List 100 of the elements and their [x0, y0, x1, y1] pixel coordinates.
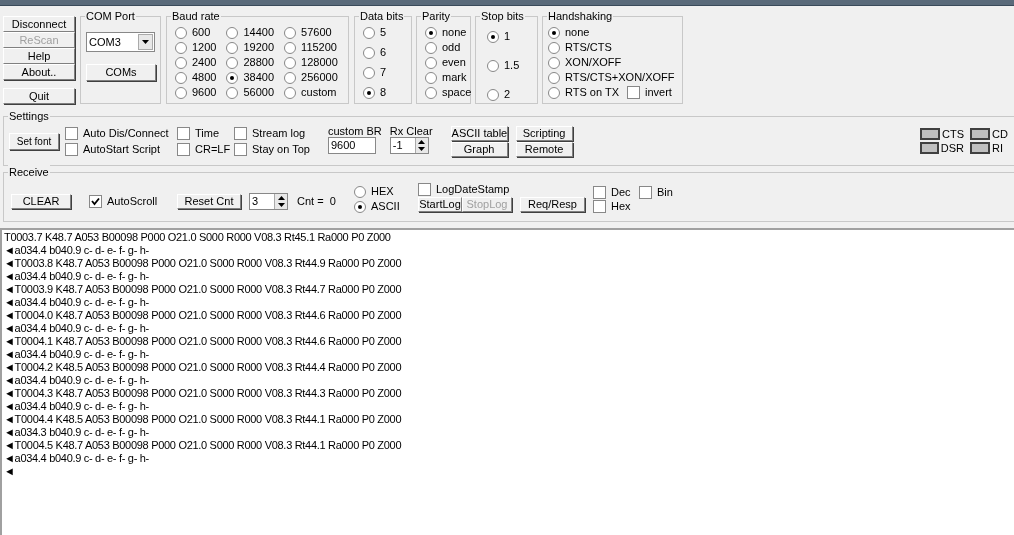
radio-button[interactable] [425, 86, 437, 99]
checkbox-label: CR=LF [195, 142, 231, 156]
dropdown-arrow-icon[interactable] [142, 40, 149, 44]
radio-button[interactable] [548, 71, 560, 84]
radio-button[interactable] [425, 41, 437, 54]
button[interactable]: Reset Cnt [177, 193, 241, 209]
button[interactable]: Req/Resp [520, 196, 585, 212]
checkbox-label: LogDateStamp [436, 183, 510, 196]
baud-field[interactable]: 9600 [328, 136, 376, 154]
option-label: 28800 [243, 56, 275, 69]
button[interactable]: ASCII table [450, 125, 508, 141]
radio-button[interactable] [425, 56, 437, 69]
button[interactable]: Quit [3, 88, 75, 104]
spin-arrows-icon[interactable] [418, 139, 426, 151]
option-label: 19200 [243, 41, 275, 54]
option-label: RTS/CTS+XON/XOFF [565, 71, 675, 84]
checkbox[interactable] [234, 126, 247, 140]
radio-button[interactable] [226, 41, 239, 54]
group-title: Handshaking [547, 9, 614, 23]
radio-button[interactable] [226, 26, 239, 39]
checkbox[interactable] [177, 142, 190, 156]
field-label: custom BR [328, 124, 382, 137]
terminal-line: ◄a034.4 b040.9 c- d- e- f- g- h- [4, 244, 149, 257]
radio-button[interactable] [548, 86, 560, 99]
checkbox[interactable] [65, 142, 78, 156]
radio-button[interactable] [354, 185, 366, 198]
com-port-dropdown[interactable]: COM3 [86, 32, 155, 52]
button[interactable]: About.. [3, 64, 75, 80]
group-title: Receive [8, 165, 50, 179]
radio-button[interactable] [354, 200, 366, 213]
signal-label: RI [992, 142, 1003, 154]
button[interactable]: Scripting [515, 125, 573, 141]
spin-field[interactable]: -1 [389, 136, 429, 154]
checkbox[interactable] [177, 126, 190, 140]
spin-field[interactable]: 3 [249, 192, 288, 210]
terminal-line: ◄T0004.3 K48.7 A053 B00098 P000 O21.0 S000 R000 V08.3 Rt44.3 Ra000 P0 Z000 [4, 387, 402, 400]
option-label: 6 [380, 46, 387, 59]
radio-button[interactable] [284, 86, 297, 99]
terminal-line: T0003.7 K48.7 A053 B00098 P000 O21.0 S000 R000 V08.3 Rt45.1 Ra000 P0 Z000 [4, 231, 391, 244]
radio-button[interactable] [548, 56, 560, 69]
option-label: 5 [380, 26, 387, 39]
button[interactable]: StartLog [418, 197, 462, 212]
radio-button[interactable] [487, 30, 499, 43]
option-label: RTS on TX [565, 86, 619, 99]
radio-button[interactable] [284, 26, 297, 39]
checkbox[interactable] [639, 186, 652, 199]
radio-button[interactable] [363, 66, 375, 79]
checkbox-label: AutoScroll [107, 194, 158, 208]
checkbox[interactable] [593, 200, 606, 213]
radio-button[interactable] [284, 41, 297, 54]
radio-button[interactable] [175, 56, 187, 69]
checkbox[interactable] [418, 183, 431, 196]
radio-button[interactable] [363, 46, 375, 59]
radio-button[interactable] [226, 71, 239, 84]
radio-button[interactable] [425, 71, 437, 84]
checkbox-label: Stream log [252, 126, 306, 140]
radio-button[interactable] [175, 41, 187, 54]
radio-button[interactable] [284, 56, 297, 69]
button[interactable]: CLEAR [11, 193, 71, 209]
option-label: none [565, 26, 590, 39]
radio-button[interactable] [284, 71, 297, 84]
checkbox[interactable] [627, 86, 640, 99]
terminal-output[interactable] [0, 228, 1014, 535]
checkbox[interactable] [65, 126, 78, 140]
group-title: Baud rate [171, 9, 221, 23]
option-label: 256000 [301, 71, 338, 84]
button[interactable]: Set font [9, 132, 59, 150]
option-label: 2400 [192, 56, 217, 69]
radio-button[interactable] [175, 26, 187, 39]
terminal-line: ◄a034.4 b040.9 c- d- e- f- g- h- [4, 452, 149, 465]
radio-button[interactable] [548, 26, 560, 39]
radio-button[interactable] [175, 71, 187, 84]
terminal-line: ◄T0003.9 K48.7 A053 B00098 P000 O21.0 S000 R000 V08.3 Rt44.7 Ra000 P0 Z000 [4, 283, 402, 296]
terminal-line: ◄ [4, 465, 15, 478]
button[interactable]: COMs [86, 64, 156, 81]
terminal-line: ◄T0003.8 K48.7 A053 B00098 P000 O21.0 S000 R000 V08.3 Rt44.9 Ra000 P0 Z000 [4, 257, 402, 270]
option-label: RTS/CTS [565, 41, 612, 54]
group-title: Parity [421, 9, 452, 23]
option-label: XON/XOFF [565, 56, 622, 69]
radio-button[interactable] [363, 26, 375, 39]
option-label: 1200 [192, 41, 217, 54]
radio-button[interactable] [487, 88, 499, 101]
terminal-line: ◄a034.4 b040.9 c- d- e- f- g- h- [4, 296, 149, 309]
option-label: 115200 [301, 41, 337, 54]
radio-button[interactable] [226, 56, 239, 69]
radio-button[interactable] [363, 86, 375, 99]
checkbox[interactable] [89, 194, 102, 208]
terminal-line: ◄a034.3 b040.9 c- d- e- f- g- h- [4, 426, 149, 439]
radio-button[interactable] [487, 59, 499, 72]
button[interactable]: Disconnect [3, 16, 75, 32]
button[interactable]: Help [3, 48, 75, 64]
checkbox[interactable] [234, 142, 247, 156]
radio-button[interactable] [175, 86, 187, 99]
spin-arrows-icon[interactable] [277, 195, 285, 207]
radio-button[interactable] [226, 86, 239, 99]
option-label: even [442, 56, 466, 69]
checkbox[interactable] [593, 186, 606, 199]
radio-button[interactable] [548, 41, 560, 54]
option-label: 56000 [243, 86, 275, 99]
radio-button[interactable] [425, 26, 437, 39]
